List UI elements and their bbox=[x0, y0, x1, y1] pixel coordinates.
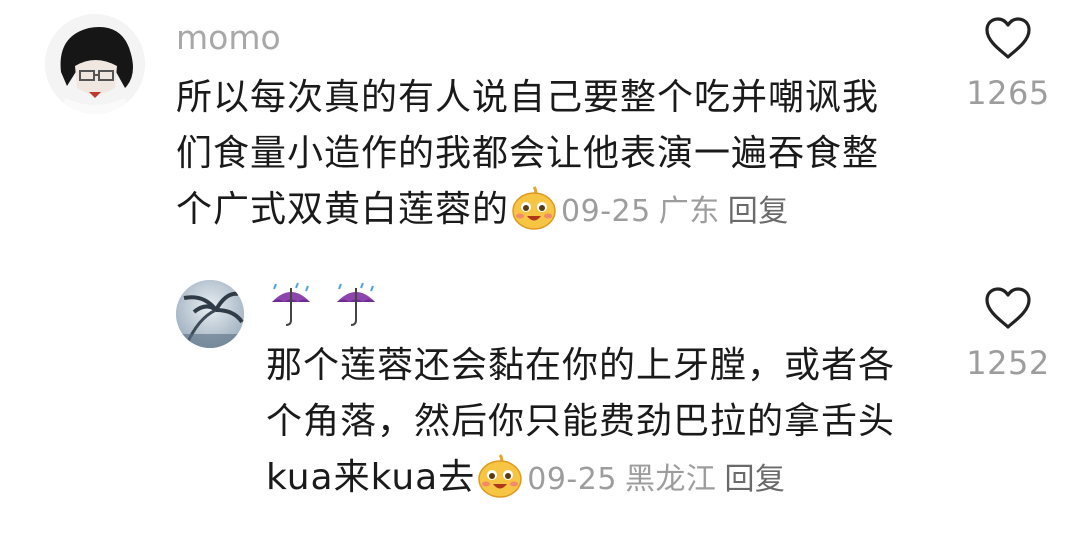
heart-icon bbox=[985, 17, 1031, 59]
comment-meta: 09-25 广东 回复 bbox=[561, 194, 797, 229]
comment-item: momo 所以每次真的有人说自己要整个吃并嘲讽我 们食量小造作的我都会让他表演一… bbox=[0, 0, 1080, 260]
reply-button[interactable]: 回复 bbox=[724, 462, 785, 497]
comment-text-line: kua来kua去 bbox=[266, 457, 476, 498]
comment-last-line: 个广式双黄白莲蓉的 09-25 广东 回复 bbox=[176, 182, 879, 248]
comment-last-line: kua来kua去 09-25 黑龙江 回复 bbox=[266, 450, 895, 516]
comment-date: 09-25 bbox=[561, 194, 651, 229]
anime-avatar-icon bbox=[45, 14, 145, 114]
comment-text-line: 所以每次真的有人说自己要整个吃并嘲讽我 bbox=[176, 77, 880, 118]
comment-date: 09-25 bbox=[527, 462, 617, 497]
umbrella-rain-icon bbox=[333, 282, 379, 337]
comment-text-line: 那个莲蓉还会黏在你的上牙膛，或者各 bbox=[266, 345, 896, 386]
comment-location: 黑龙江 bbox=[624, 462, 717, 497]
comment-location: 广东 bbox=[658, 194, 720, 229]
username-icons[interactable] bbox=[268, 282, 387, 337]
like-button[interactable]: 1265 bbox=[958, 16, 1058, 112]
like-count: 1265 bbox=[966, 74, 1050, 112]
umbrella-rain-icon bbox=[268, 282, 314, 337]
comment-text-line: 们食量小造作的我都会让他表演一遍吞食整 bbox=[176, 133, 880, 174]
heart-icon bbox=[985, 287, 1031, 329]
comment-text: 那个莲蓉还会黏在你的上牙膛，或者各 个角落，然后你只能费劲巴拉的拿舌头 kua来… bbox=[266, 338, 895, 516]
comment-text-line: 个广式双黄白莲蓉的 bbox=[176, 189, 510, 230]
like-button[interactable]: 1252 bbox=[958, 286, 1058, 382]
reply-item: 那个莲蓉还会黏在你的上牙膛，或者各 个角落，然后你只能费劲巴拉的拿舌头 kua来… bbox=[0, 270, 1080, 535]
comment-text: 所以每次真的有人说自己要整个吃并嘲讽我 们食量小造作的我都会让他表演一遍吞食整 … bbox=[176, 70, 879, 248]
username[interactable]: momo bbox=[176, 18, 281, 58]
avatar[interactable] bbox=[176, 280, 244, 348]
comment-meta: 09-25 黑龙江 回复 bbox=[527, 462, 793, 497]
palm-tree-avatar-icon bbox=[176, 280, 244, 348]
smiling-face-emoji bbox=[511, 185, 557, 248]
like-count: 1252 bbox=[966, 344, 1050, 382]
smiling-face-emoji bbox=[477, 453, 523, 516]
reply-button[interactable]: 回复 bbox=[728, 194, 789, 229]
comment-text-line: 个角落，然后你只能费劲巴拉的拿舌头 bbox=[266, 401, 896, 442]
avatar[interactable] bbox=[45, 14, 145, 114]
